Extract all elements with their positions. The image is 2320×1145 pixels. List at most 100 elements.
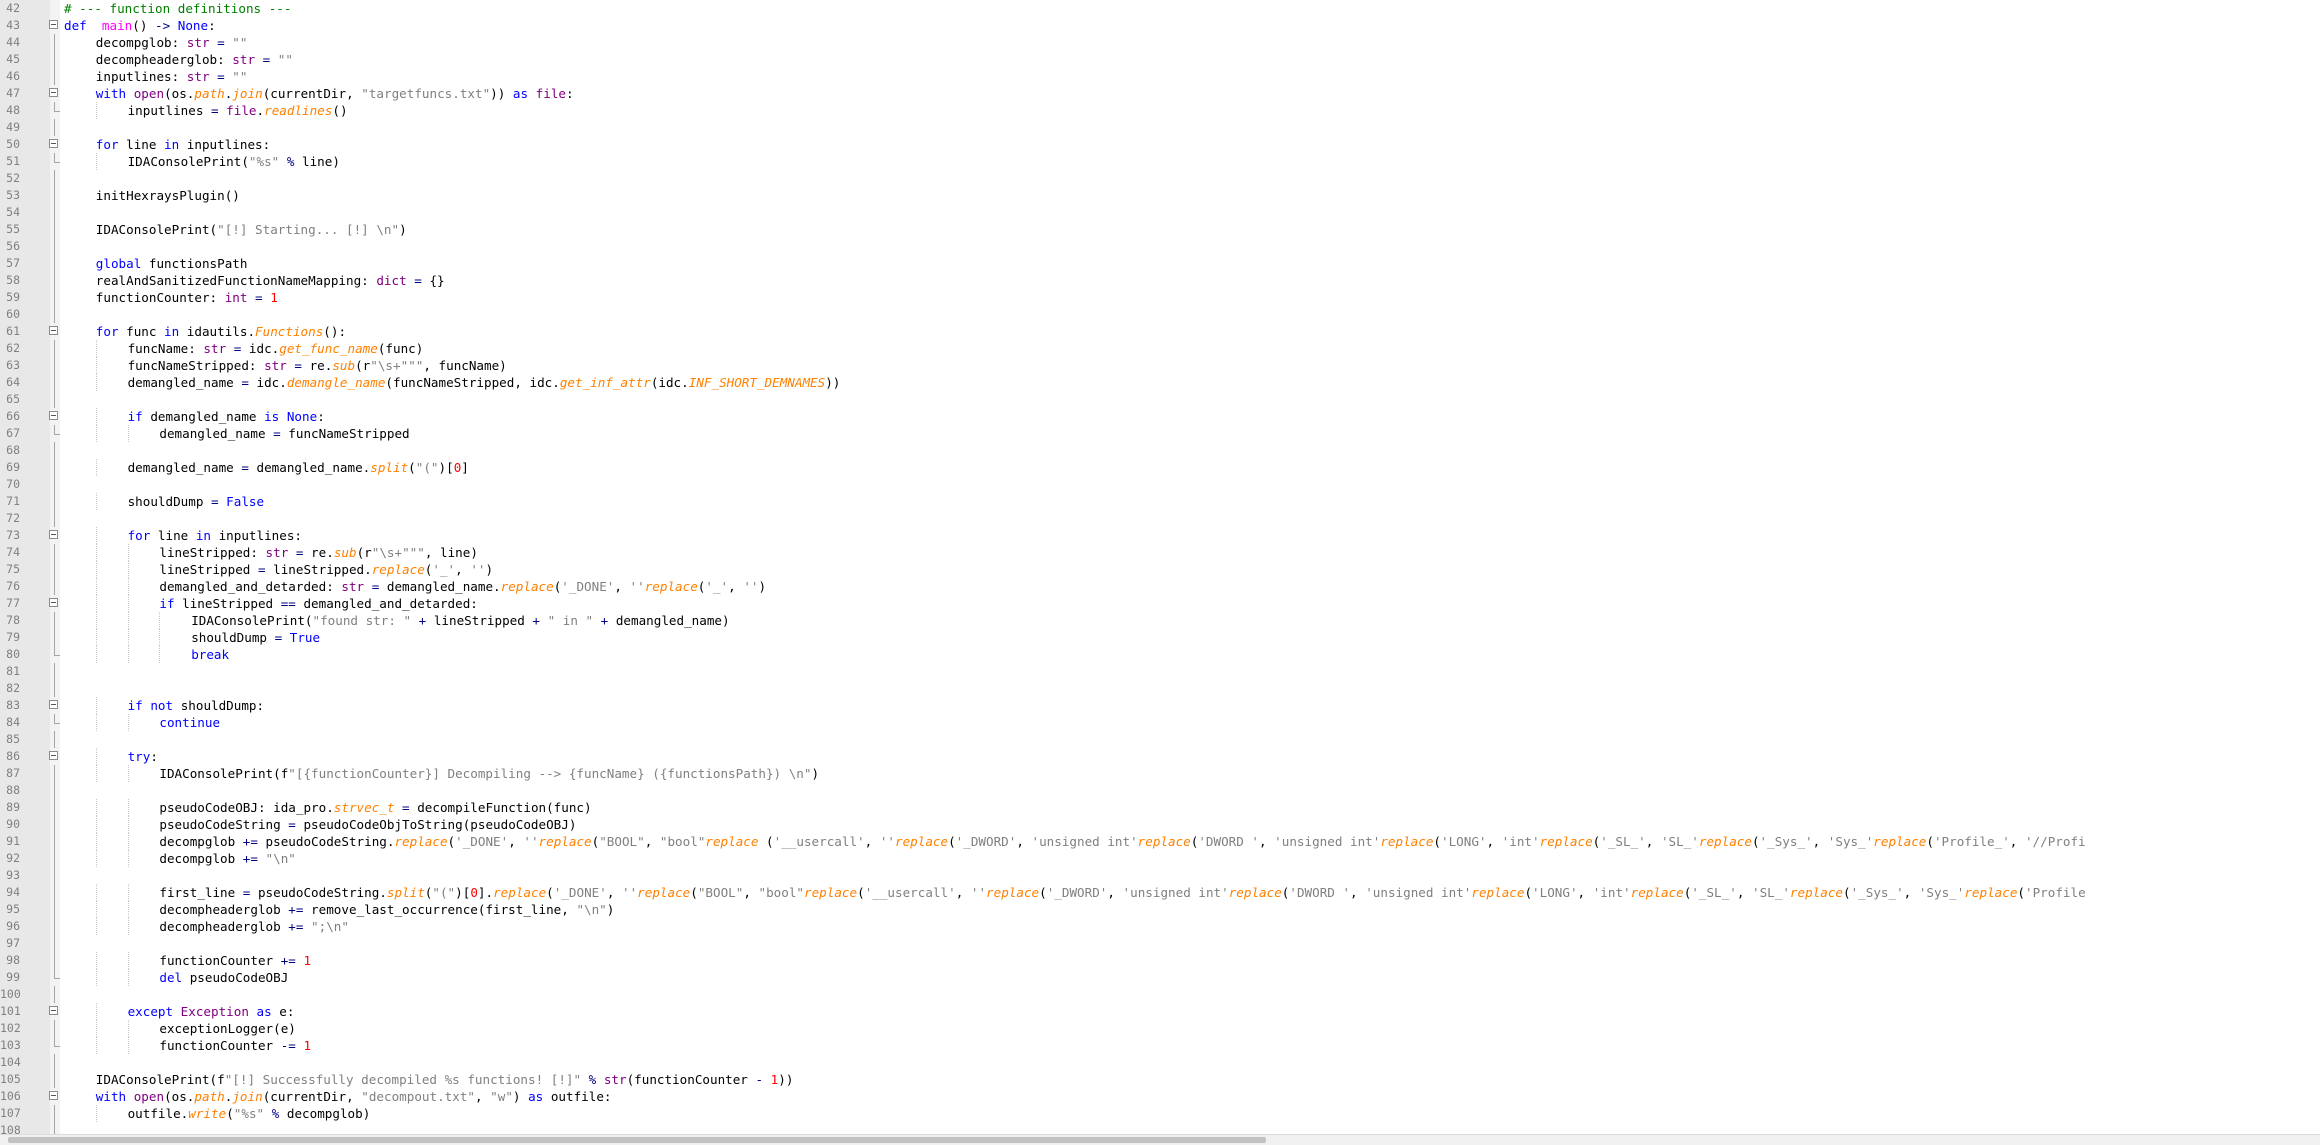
code-text[interactable]: demangled_name = funcNameStripped (159, 425, 409, 442)
code-line[interactable]: 51 IDAConsolePrint("%s" % line) (0, 153, 2320, 170)
code-line[interactable]: 53 initHexraysPlugin() (0, 187, 2320, 204)
fold-toggle-icon[interactable] (49, 1091, 58, 1100)
code-text[interactable]: lineStripped = lineStripped.replace('_',… (159, 561, 493, 578)
code-line[interactable]: 65 (0, 391, 2320, 408)
code-line[interactable]: 91 decompglob += pseudoCodeString.replace… (0, 833, 2320, 850)
code-text[interactable]: decompheaderglob: str = "" (96, 51, 293, 68)
code-line[interactable]: 90 pseudoCodeString = pseudoCodeObjToStri… (0, 816, 2320, 833)
code-line[interactable]: 68 (0, 442, 2320, 459)
code-text[interactable]: initHexraysPlugin() (96, 187, 240, 204)
code-text[interactable]: global functionsPath (96, 255, 248, 272)
code-line[interactable]: 43 def main() -> None: (0, 17, 2320, 34)
code-text[interactable]: inputlines = file.readlines() (128, 102, 348, 119)
code-text[interactable]: decompheaderglob += ";\n" (159, 918, 349, 935)
code-text[interactable]: funcName: str = idc.get_func_name(func) (128, 340, 424, 357)
code-text[interactable]: decompglob += "\n" (159, 850, 296, 867)
horizontal-scrollbar-thumb[interactable] (8, 1137, 1266, 1143)
code-line[interactable]: 108 (0, 1122, 2320, 1134)
code-line[interactable]: 82 (0, 680, 2320, 697)
code-text[interactable]: IDAConsolePrint("found str: " + lineStri… (191, 612, 729, 629)
code-text[interactable]: shouldDump = False (128, 493, 265, 510)
code-text[interactable]: if lineStripped == demangled_and_detarde… (159, 595, 477, 612)
code-text[interactable]: break (191, 646, 229, 663)
code-line[interactable]: 60 (0, 306, 2320, 323)
code-line[interactable]: 58 realAndSanitizedFunctionNameMapping: d… (0, 272, 2320, 289)
code-editor[interactable]: 42 # --- function definitions --- 43 def ma… (0, 0, 2320, 1134)
code-text[interactable]: demangled_name = idc.demangle_name(funcN… (128, 374, 841, 391)
code-text[interactable]: inputlines: str = "" (96, 68, 248, 85)
code-line[interactable]: 93 (0, 867, 2320, 884)
code-line[interactable]: 81 (0, 663, 2320, 680)
code-line[interactable]: 54 (0, 204, 2320, 221)
code-text[interactable]: demangled_name = demangled_name.split("(… (128, 459, 469, 476)
code-text[interactable]: decompheaderglob += remove_last_occurren… (159, 901, 614, 918)
code-text[interactable]: def main() -> None: (64, 17, 216, 34)
fold-toggle-icon[interactable] (49, 411, 58, 420)
code-text[interactable]: # --- function definitions --- (64, 0, 291, 17)
code-text[interactable]: if demangled_name is None: (128, 408, 325, 425)
code-text[interactable]: for line in inputlines: (96, 136, 270, 153)
code-line[interactable]: 104 (0, 1054, 2320, 1071)
code-line[interactable]: 74 lineStripped: str = re.sub(r"\s+""", l… (0, 544, 2320, 561)
code-line[interactable]: 99 del pseudoCodeOBJ (0, 969, 2320, 986)
code-line[interactable]: 75 lineStripped = lineStripped.replace('_… (0, 561, 2320, 578)
code-line[interactable]: 52 (0, 170, 2320, 187)
fold-toggle-icon[interactable] (49, 751, 58, 760)
code-line[interactable]: 97 (0, 935, 2320, 952)
code-text[interactable]: demangled_and_detarded: str = demangled_… (159, 578, 766, 595)
code-line[interactable]: 98 functionCounter += 1 (0, 952, 2320, 969)
code-line[interactable]: 57 global functionsPath (0, 255, 2320, 272)
code-line[interactable]: 56 (0, 238, 2320, 255)
fold-toggle-icon[interactable] (49, 1006, 58, 1015)
code-text[interactable]: functionCounter: int = 1 (96, 289, 278, 306)
code-line[interactable]: 66 if demangled_name is None: (0, 408, 2320, 425)
code-text[interactable]: first_line = pseudoCodeString.split("(")… (159, 884, 2085, 901)
code-text[interactable]: IDAConsolePrint(f"[{functionCounter}] De… (159, 765, 819, 782)
code-line[interactable]: 50 for line in inputlines: (0, 136, 2320, 153)
code-line[interactable]: 84 continue (0, 714, 2320, 731)
code-line[interactable]: 95 decompheaderglob += remove_last_occurr… (0, 901, 2320, 918)
code-text[interactable]: for func in idautils.Functions(): (96, 323, 346, 340)
code-text[interactable]: IDAConsolePrint("[!] Starting... [!] \n"… (96, 221, 407, 238)
fold-toggle-icon[interactable] (49, 598, 58, 607)
code-line[interactable]: 89 pseudoCodeOBJ: ida_pro.strvec_t = deco… (0, 799, 2320, 816)
code-line[interactable]: 88 (0, 782, 2320, 799)
fold-toggle-icon[interactable] (49, 88, 58, 97)
code-text[interactable]: with open(os.path.join(currentDir, "targ… (96, 85, 574, 102)
code-line[interactable]: 59 functionCounter: int = 1 (0, 289, 2320, 306)
code-line[interactable]: 67 demangled_name = funcNameStripped (0, 425, 2320, 442)
code-line[interactable]: 103 functionCounter -= 1 (0, 1037, 2320, 1054)
code-text[interactable]: outfile.write("%s" % decompglob) (128, 1105, 371, 1122)
code-line[interactable]: 64 demangled_name = idc.demangle_name(fun… (0, 374, 2320, 391)
code-text[interactable]: lineStripped: str = re.sub(r"\s+""", lin… (159, 544, 478, 561)
code-line[interactable]: 61 for func in idautils.Functions(): (0, 323, 2320, 340)
code-line[interactable]: 69 demangled_name = demangled_name.split(… (0, 459, 2320, 476)
code-line[interactable]: 48 inputlines = file.readlines() (0, 102, 2320, 119)
code-text[interactable]: functionCounter += 1 (159, 952, 311, 969)
code-line[interactable]: 94 first_line = pseudoCodeString.split("(… (0, 884, 2320, 901)
code-text[interactable]: realAndSanitizedFunctionNameMapping: dic… (96, 272, 445, 289)
code-text[interactable]: continue (159, 714, 220, 731)
fold-toggle-icon[interactable] (49, 139, 58, 148)
code-text[interactable]: except Exception as e: (128, 1003, 295, 1020)
code-line[interactable]: 44 decompglob: str = "" (0, 34, 2320, 51)
code-text[interactable]: pseudoCodeString = pseudoCodeObjToString… (159, 816, 576, 833)
code-line[interactable]: 73 for line in inputlines: (0, 527, 2320, 544)
code-line[interactable]: 87 IDAConsolePrint(f"[{functionCounter}] … (0, 765, 2320, 782)
code-line[interactable]: 106 with open(os.path.join(currentDir, "d… (0, 1088, 2320, 1105)
code-line[interactable]: 55 IDAConsolePrint("[!] Starting... [!] \… (0, 221, 2320, 238)
code-line[interactable]: 63 funcNameStripped: str = re.sub(r"\s+""… (0, 357, 2320, 374)
code-text[interactable]: functionCounter -= 1 (159, 1037, 311, 1054)
code-text[interactable]: with open(os.path.join(currentDir, "deco… (96, 1088, 612, 1105)
code-line[interactable]: 42 # --- function definitions --- (0, 0, 2320, 17)
code-line[interactable]: 47 with open(os.path.join(currentDir, "ta… (0, 85, 2320, 102)
code-line[interactable]: 78 IDAConsolePrint("found str: " + lineSt… (0, 612, 2320, 629)
code-line[interactable]: 70 (0, 476, 2320, 493)
code-text[interactable]: del pseudoCodeOBJ (159, 969, 288, 986)
code-text[interactable]: try: (128, 748, 158, 765)
fold-toggle-icon[interactable] (49, 326, 58, 335)
code-text[interactable]: exceptionLogger(e) (159, 1020, 295, 1037)
code-line[interactable]: 76 demangled_and_detarded: str = demangle… (0, 578, 2320, 595)
code-line[interactable]: 105 IDAConsolePrint(f"[!] Successfully de… (0, 1071, 2320, 1088)
code-line[interactable]: 62 funcName: str = idc.get_func_name(func… (0, 340, 2320, 357)
